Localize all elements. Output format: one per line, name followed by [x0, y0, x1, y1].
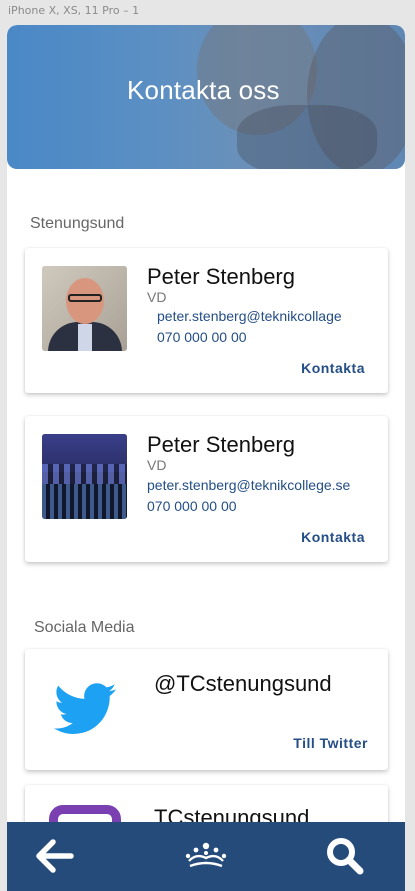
contact-name: Peter Stenberg — [147, 264, 295, 289]
social-card-twitter: @TCstenungsund Till Twitter — [25, 649, 388, 770]
page-title: Kontakta oss — [127, 75, 280, 105]
contact-photo — [42, 266, 127, 351]
contact-button[interactable]: Kontakta — [301, 529, 365, 545]
section-label-social: Sociala Media — [34, 619, 135, 636]
contact-phone-link[interactable]: 070 000 00 00 — [157, 329, 247, 345]
bottom-nav — [7, 822, 405, 891]
contact-button[interactable]: Kontakta — [301, 360, 365, 376]
artboard-label: iPhone X, XS, 11 Pro – 1 — [8, 4, 140, 17]
phone-screen: Kontakta oss Stenungsund Peter Stenberg … — [7, 25, 405, 891]
contact-email-link[interactable]: peter.stenberg@teknikcollage — [157, 308, 342, 324]
twitter-icon — [53, 683, 117, 734]
contact-role: VD — [147, 289, 167, 305]
contact-name: Peter Stenberg — [147, 432, 295, 457]
contact-card: Peter Stenberg VD peter.stenberg@teknikc… — [25, 248, 388, 393]
home-button[interactable] — [183, 834, 229, 878]
arrow-left-icon — [36, 839, 74, 873]
section-label-location: Stenungsund — [30, 215, 125, 232]
social-handle: @TCstenungsund — [154, 671, 332, 696]
search-icon — [327, 838, 364, 875]
contact-email-link[interactable]: peter.stenberg@teknikcollege.se — [147, 477, 350, 493]
search-button[interactable] — [323, 834, 367, 878]
contact-card: Peter Stenberg VD peter.stenberg@teknikc… — [25, 416, 388, 562]
twitter-link-button[interactable]: Till Twitter — [293, 735, 368, 751]
contact-role: VD — [147, 457, 167, 473]
hero-photo-shape — [237, 105, 377, 169]
crown-logo-icon — [185, 842, 227, 868]
back-button[interactable] — [33, 834, 77, 878]
contact-photo — [42, 434, 127, 519]
hero-banner: Kontakta oss — [7, 25, 405, 169]
contact-phone-link[interactable]: 070 000 00 00 — [147, 498, 237, 514]
